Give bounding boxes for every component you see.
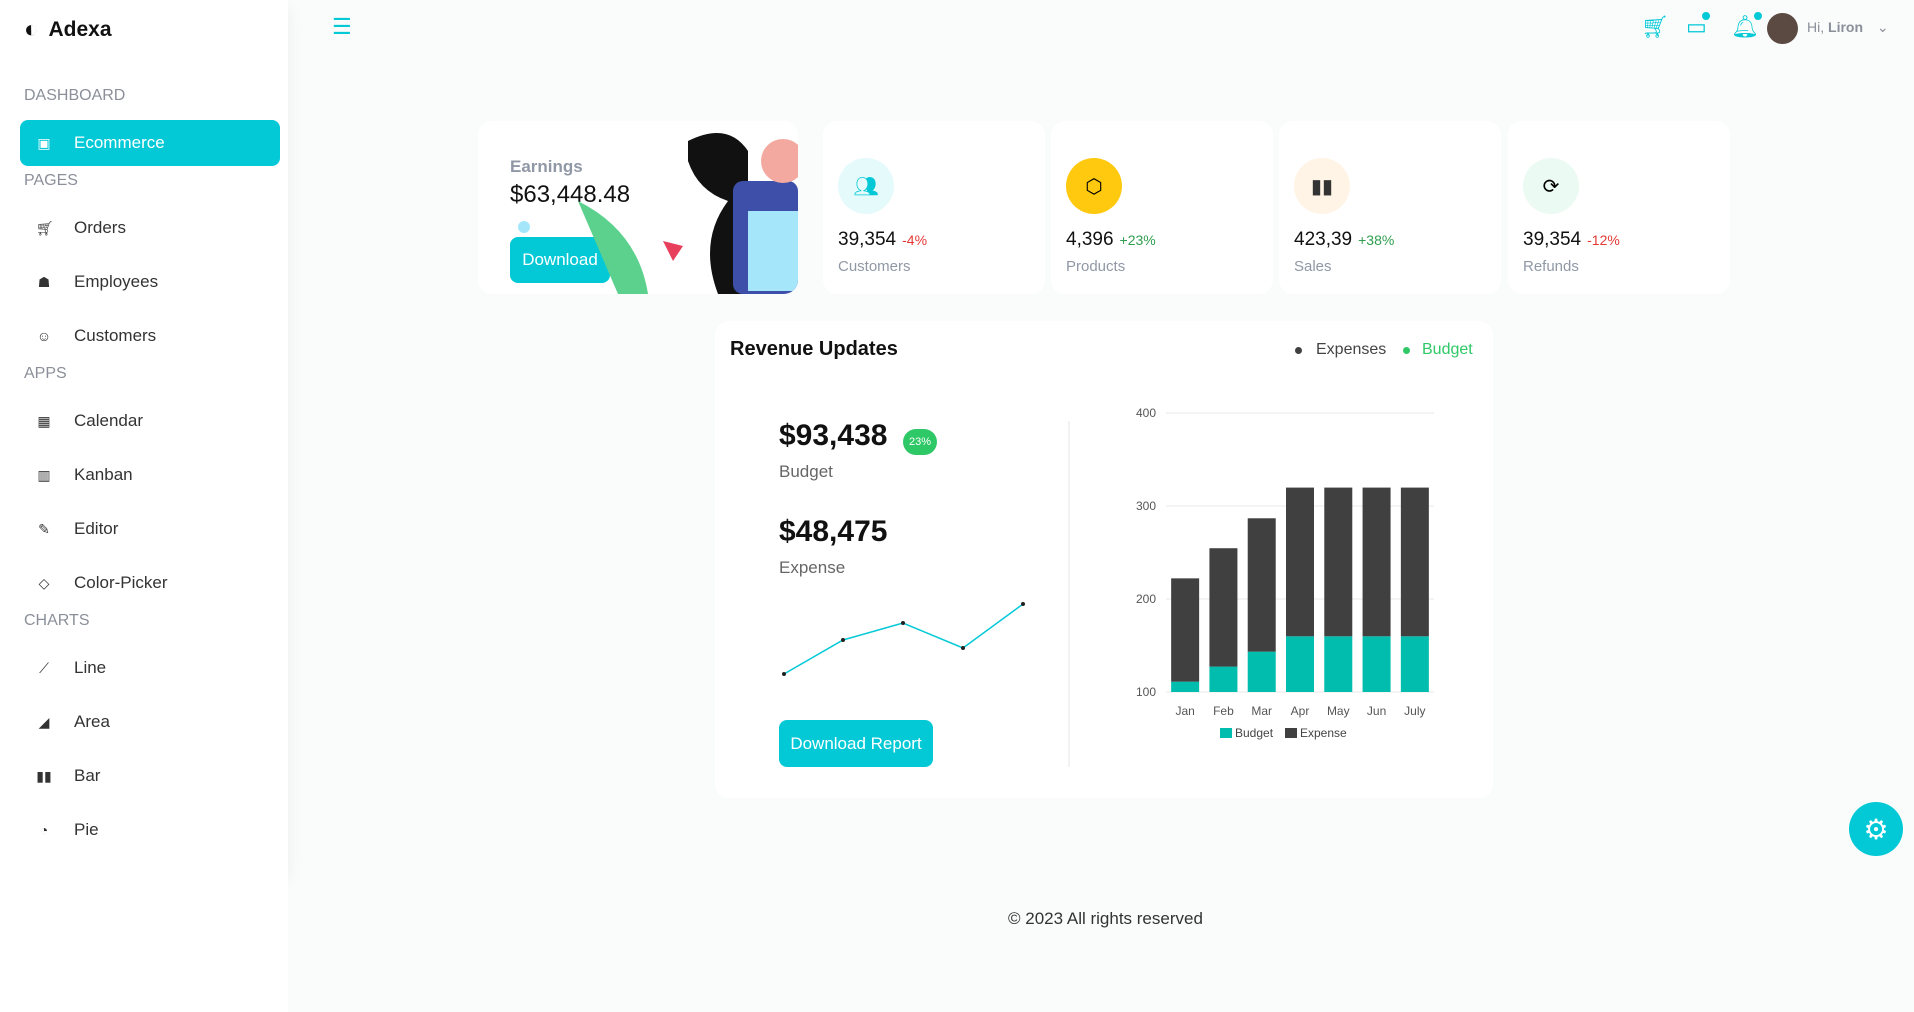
legend-swatch-expense bbox=[1285, 728, 1297, 738]
chart-legend-label: Expense bbox=[1300, 726, 1347, 740]
cart-icon: 🛒︎ bbox=[36, 219, 54, 236]
sidebar-item-area[interactable]: ◢ Area bbox=[20, 699, 280, 745]
bar-expense-july bbox=[1400, 487, 1429, 637]
stat-card-products: ⬡ 4,396 +23% Products bbox=[1051, 121, 1273, 294]
bar-expense-feb bbox=[1209, 548, 1238, 667]
stat-card-sales: ▮▮ 423,39 +38% Sales bbox=[1279, 121, 1501, 294]
user-greeting[interactable]: Hi, Liron ⌄ bbox=[1807, 19, 1889, 36]
sidebar-footer-area bbox=[0, 872, 288, 1012]
y-tick-label: 300 bbox=[1136, 499, 1156, 513]
menu-icon[interactable]: ☰ bbox=[332, 14, 352, 40]
x-tick-label: Jan bbox=[1175, 704, 1194, 718]
bar-budget-mar bbox=[1247, 651, 1276, 692]
chat-icon[interactable]: ▭ bbox=[1686, 12, 1710, 40]
chevron-down-icon: ⌄ bbox=[1876, 19, 1889, 35]
bar-expense-jan bbox=[1171, 578, 1200, 682]
bar-budget-may bbox=[1324, 636, 1353, 692]
refresh-icon[interactable]: ⟳ bbox=[1523, 158, 1579, 214]
users-icon[interactable]: 👥︎ bbox=[838, 158, 894, 214]
sidebar-section-title: CHARTS bbox=[24, 612, 90, 629]
kanban-icon: ▥ bbox=[37, 466, 51, 483]
logo-icon: ◐ bbox=[24, 16, 39, 43]
earnings-card: Earnings $63,448.48 Download bbox=[478, 121, 798, 294]
sidebar-item-employees[interactable]: ☗ Employees bbox=[20, 259, 280, 305]
footer-text: © 2023 All rights reserved bbox=[1008, 909, 1203, 928]
sidebar-item-kanban[interactable]: ▥ Kanban bbox=[20, 452, 280, 498]
bar-expense-may bbox=[1324, 487, 1353, 637]
sidebar-item-pie[interactable]: ◔ Pie bbox=[20, 807, 280, 853]
edit-icon: ✎ bbox=[38, 520, 50, 537]
revenue-card: Revenue Updates Expenses Budget $93,438 … bbox=[715, 321, 1493, 798]
box-icon[interactable]: ⬡ bbox=[1066, 158, 1122, 214]
shopping-bag-icon: ▣ bbox=[37, 134, 51, 151]
bar-budget-jun bbox=[1362, 636, 1391, 692]
bar-budget-july bbox=[1400, 636, 1429, 692]
x-tick-label: Jun bbox=[1367, 704, 1386, 718]
sidebar-item-ecommerce[interactable]: ▣ Ecommerce bbox=[20, 120, 280, 166]
y-tick-label: 400 bbox=[1136, 406, 1156, 420]
chart-legend-label: Budget bbox=[1235, 726, 1274, 740]
area-chart-icon: ◢ bbox=[38, 713, 50, 730]
bar-expense-apr bbox=[1286, 487, 1314, 637]
bar-expense-jun bbox=[1362, 487, 1391, 637]
logo[interactable]: ◐ Adexa bbox=[24, 16, 112, 44]
gear-icon: ⚙ bbox=[1863, 813, 1889, 845]
y-tick-label: 200 bbox=[1136, 592, 1156, 606]
sidebar-item-line[interactable]: ⟋ Line bbox=[20, 645, 280, 691]
bell-icon[interactable]: 🔔︎ bbox=[1731, 12, 1762, 40]
sidebar-section-title: DASHBOARD bbox=[24, 87, 126, 104]
color-picker-icon: ◇ bbox=[38, 574, 50, 591]
bar-budget-apr bbox=[1286, 636, 1314, 692]
sidebar-section-title: PAGES bbox=[24, 172, 78, 189]
decor-dot bbox=[518, 221, 530, 233]
avatar[interactable] bbox=[1767, 13, 1798, 44]
x-tick-label: Feb bbox=[1213, 704, 1234, 718]
revenue-bar-chart: 100 200 300 400 Jan Feb Mar Apr May Jun July Budget… bbox=[1136, 406, 1434, 740]
x-tick-label: Apr bbox=[1291, 704, 1310, 718]
bar-chart-icon: ▮▮ bbox=[36, 767, 52, 784]
bar-budget-jan bbox=[1171, 681, 1200, 692]
sidebar: ◐ Adexa DASHBOARD ▣ Ecommerce PAGES 🛒︎ Orders ☗… bbox=[0, 0, 288, 872]
sidebar-item-orders[interactable]: 🛒︎ Orders bbox=[20, 205, 280, 251]
settings-gear-button[interactable]: ⚙ bbox=[1849, 802, 1903, 856]
employees-icon: ☗ bbox=[37, 273, 51, 290]
legend-swatch-budget bbox=[1220, 728, 1232, 738]
calendar-icon: ▦ bbox=[37, 412, 51, 429]
sidebar-item-editor[interactable]: ✎ Editor bbox=[20, 506, 280, 552]
stat-card-refunds: ⟳ 39,354 -12% Refunds bbox=[1508, 121, 1730, 294]
cart-icon[interactable]: 🛒︎ bbox=[1641, 14, 1669, 40]
sidebar-item-bar[interactable]: ▮▮ Bar bbox=[20, 753, 280, 799]
sidebar-item-calendar[interactable]: ▦ Calendar bbox=[20, 398, 280, 444]
sidebar-item-customers[interactable]: ☺ Customers bbox=[20, 313, 280, 359]
stat-card-customers: 👥︎ 39,354 -4% Customers bbox=[823, 121, 1045, 294]
sidebar-item-color-picker[interactable]: ◇ Color-Picker bbox=[20, 560, 280, 606]
bar-expense-mar bbox=[1247, 518, 1276, 652]
bar-chart-icon[interactable]: ▮▮ bbox=[1294, 158, 1350, 214]
y-tick-label: 100 bbox=[1136, 685, 1156, 699]
bar-budget-feb bbox=[1209, 666, 1238, 692]
x-tick-label: July bbox=[1404, 704, 1425, 718]
earnings-illustration bbox=[578, 133, 798, 294]
x-tick-label: May bbox=[1327, 704, 1350, 718]
pie-chart-icon: ◔ bbox=[39, 822, 49, 838]
customers-icon: ☺ bbox=[36, 328, 52, 344]
x-tick-label: Mar bbox=[1251, 704, 1272, 718]
line-chart-icon: ⟋ bbox=[39, 659, 49, 676]
sidebar-section-title: APPS bbox=[24, 365, 67, 382]
